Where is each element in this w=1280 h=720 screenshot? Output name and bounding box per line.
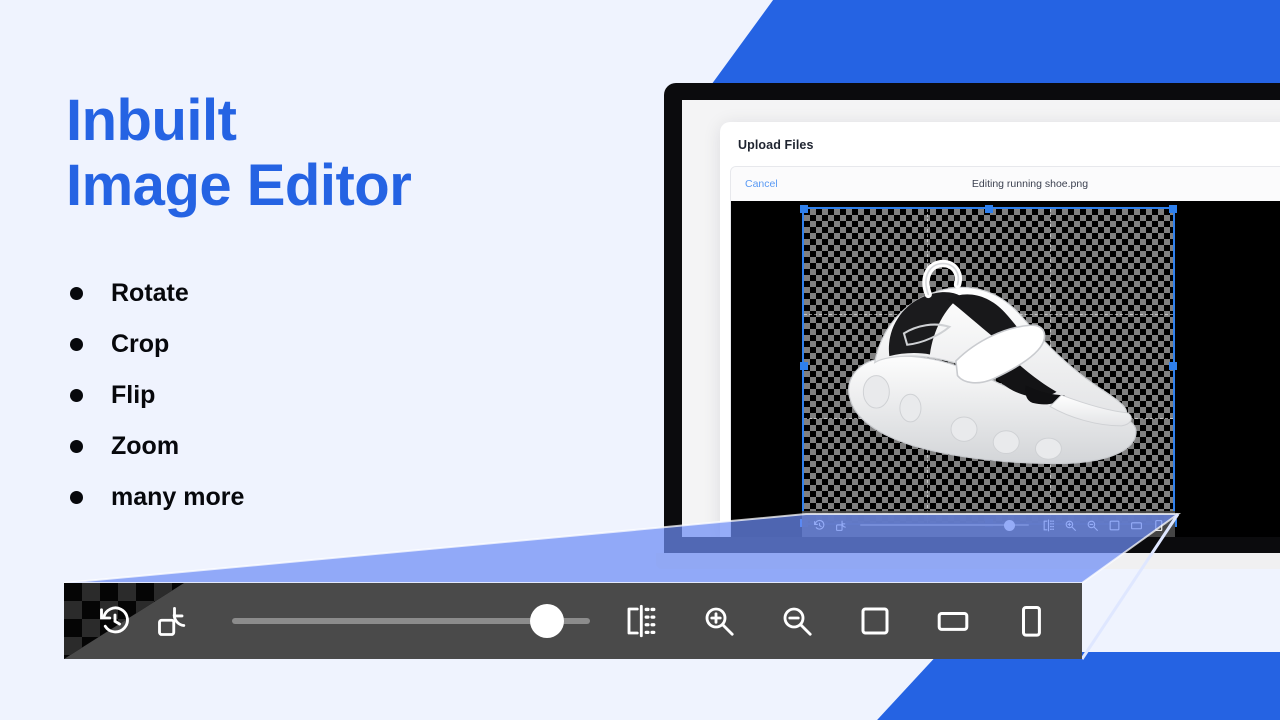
list-item: Zoom [70,421,244,472]
zoom-in-icon[interactable] [690,592,748,650]
feature-label: Crop [111,330,170,358]
feature-label: Zoom [111,432,180,460]
editing-filename-label: Editing running shoe.png [971,178,1089,190]
shoe-image [804,209,1173,523]
crop-selection-box[interactable] [800,205,1177,527]
zoom-in-icon[interactable] [1059,514,1081,536]
image-editor-panel: Cancel Editing running shoe.png Save [730,166,1280,537]
bullet-icon [70,287,83,300]
laptop-screen: Upload Files Cancel Editing running shoe… [682,100,1280,537]
aspect-portrait-icon[interactable] [1147,514,1169,536]
list-item: Rotate [70,268,244,319]
zoom-slider-mini[interactable] [860,514,1029,536]
zoom-out-icon[interactable] [768,592,826,650]
editor-toolbar-enlarged[interactable] [64,583,1082,659]
flip-horizontal-icon[interactable] [612,592,670,650]
bullet-icon [70,491,83,504]
crop-handle-middle-right[interactable] [1169,362,1177,370]
feature-list: Rotate Crop Flip Zoom many more [70,268,244,523]
editor-canvas[interactable] [731,201,1280,537]
zoom-out-icon[interactable] [1081,514,1103,536]
headline-line-2: Image Editor [66,152,412,218]
bullet-icon [70,389,83,402]
headline-line-1: Inbuilt [66,88,237,153]
decorative-shape-bottom-right [866,652,1280,720]
bullet-icon [70,440,83,453]
modal-title: Upload Files [738,138,814,152]
crop-guide-horizontal [804,313,1173,315]
aspect-square-icon[interactable] [846,592,904,650]
list-item: Crop [70,319,244,370]
laptop-base [656,553,1280,569]
editor-toolbar-mini[interactable] [802,511,1175,537]
crop-guide-vertical [1049,209,1051,523]
aspect-landscape-icon[interactable] [924,592,982,650]
crop-guide-vertical [926,209,928,523]
laptop-mockup: Upload Files Cancel Editing running shoe… [656,83,1280,569]
zoom-slider[interactable] [232,592,590,650]
slider-thumb[interactable] [1003,519,1015,531]
feature-label: Rotate [111,279,189,307]
cancel-button[interactable]: Cancel [745,178,778,190]
reset-history-icon[interactable] [808,514,830,536]
editor-header-bar: Cancel Editing running shoe.png Save [731,167,1280,201]
rotate-left-icon[interactable] [144,592,202,650]
list-item: Flip [70,370,244,421]
slider-thumb[interactable] [530,604,565,638]
toolbar-icon-group [612,592,1060,650]
decorative-shape-top-right [706,0,1280,92]
upload-files-modal: Upload Files Cancel Editing running shoe… [720,122,1280,537]
crop-handle-top-center[interactable] [984,205,993,213]
feature-label: many more [111,483,245,511]
aspect-square-icon[interactable] [1103,514,1125,536]
aspect-landscape-icon[interactable] [1125,514,1147,536]
flip-horizontal-icon[interactable] [1037,514,1059,536]
crop-guide-horizontal [804,418,1173,420]
feature-label: Flip [111,381,156,409]
rotate-left-icon[interactable] [830,514,852,536]
page-title: Inbuilt Image Editor [66,88,586,219]
crop-handle-middle-left[interactable] [800,362,808,370]
aspect-portrait-icon[interactable] [1002,592,1060,650]
crop-handle-top-left[interactable] [800,205,808,213]
promo-screenshot: Inbuilt Image Editor Rotate Crop Flip Zo… [0,0,1280,720]
list-item: many more [70,472,244,523]
reset-history-icon[interactable] [86,592,144,650]
crop-handle-top-right[interactable] [1169,205,1177,213]
bullet-icon [70,338,83,351]
